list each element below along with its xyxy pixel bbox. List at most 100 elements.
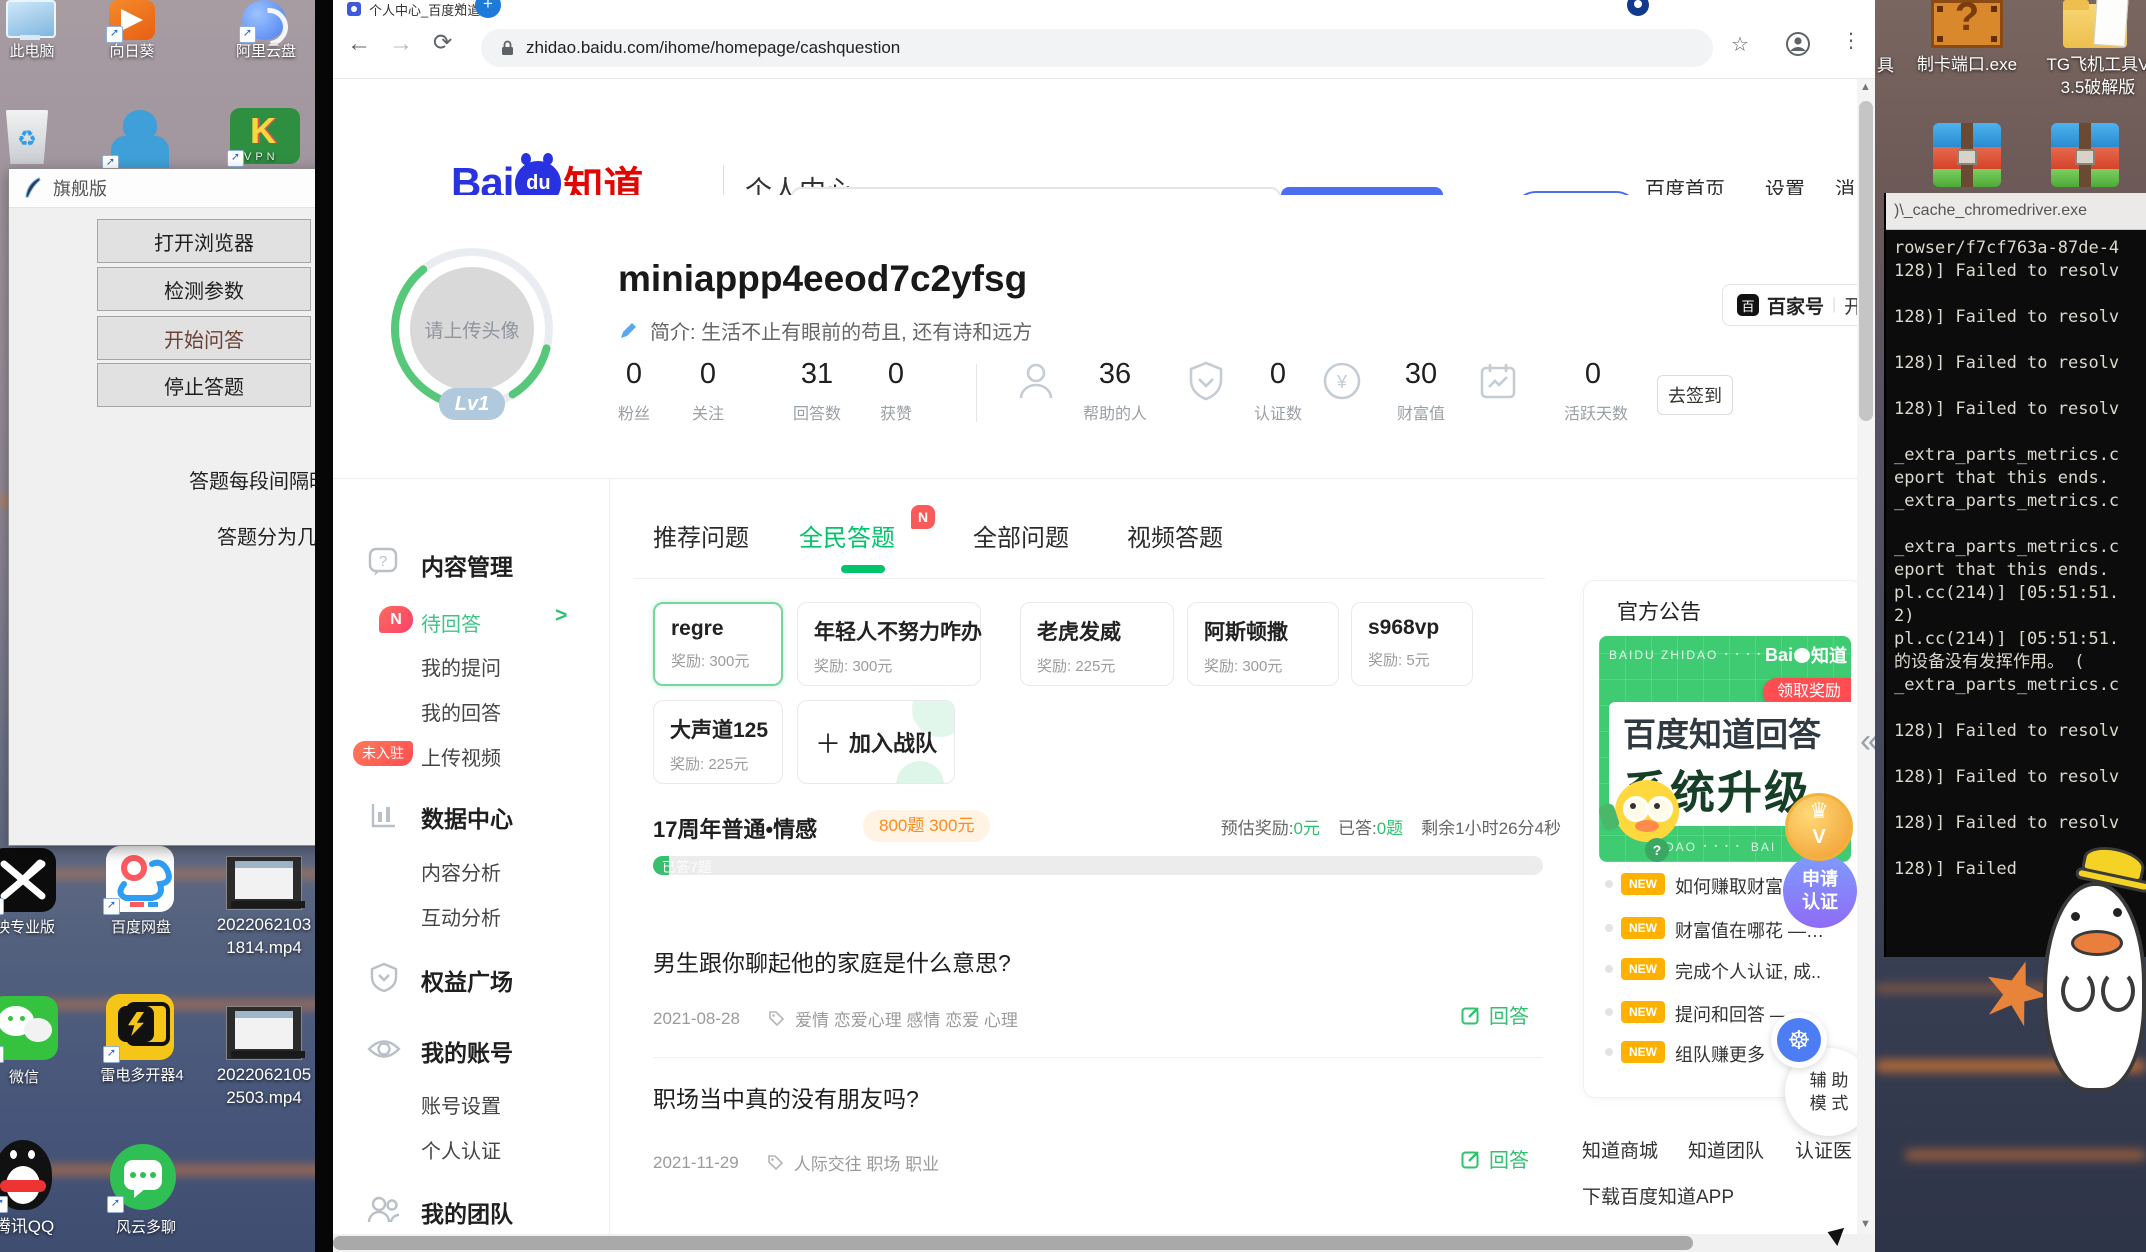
scroll-up-icon[interactable]: ▲ — [1860, 81, 1871, 93]
stop-answer-button[interactable]: 停止答题 — [97, 363, 311, 407]
profile-icon[interactable] — [1785, 31, 1811, 57]
new-badge: NEW — [1621, 873, 1665, 895]
level-badge: Lv1 — [439, 388, 505, 420]
baijiahao-button[interactable]: 百 百家号 | 开通 — [1722, 284, 1875, 326]
search-input[interactable] — [791, 187, 1281, 195]
question-item-title[interactable]: 男生跟你聊起他的家庭是什么意思? — [653, 944, 1011, 978]
list-bullet — [1605, 880, 1613, 888]
sidebar-upload-video[interactable]: 上传视频 — [421, 742, 501, 771]
question-tags[interactable]: 人际交往 职场 职业 — [794, 1150, 939, 1175]
apply-cert-badge[interactable]: 申请 认证 — [1783, 854, 1857, 928]
link-download-app[interactable]: 下载百度知道APP — [1582, 1182, 1734, 1209]
join-team-card[interactable]: ＋ 加入战队 — [797, 700, 955, 784]
link-zhidao-mall[interactable]: 知道商城 — [1582, 1136, 1658, 1163]
answer-button[interactable]: 回答 — [1461, 1144, 1529, 1173]
tab-all-answer[interactable]: 全民答题 — [799, 518, 895, 553]
announcement-item[interactable]: 如何赚取财富 — [1675, 873, 1783, 899]
edit-pencil-icon[interactable] — [618, 321, 638, 341]
banner-brand-text: BAIDU ZHIDAO ⠂⠂⠂⠂ — [1609, 648, 1767, 662]
link-messages[interactable]: 消息 — [1835, 173, 1857, 195]
sidebar-rights-plaza[interactable]: 权益广场 — [421, 963, 513, 997]
announcement-item[interactable]: 组队赚更多 — [1675, 1041, 1765, 1067]
forward-icon[interactable]: → — [389, 30, 413, 58]
my-account-icon — [367, 1034, 401, 1064]
desktop-icon-kvpn[interactable]: K VPN ➚ — [228, 108, 302, 170]
active-tab-underline — [841, 565, 885, 573]
link-baidu-home[interactable]: 百度首页 — [1645, 173, 1725, 195]
svg-text:¥: ¥ — [1336, 372, 1348, 392]
back-icon[interactable]: ← — [347, 30, 371, 58]
announcement-title: 官方公告 — [1617, 596, 1701, 626]
sidebar-personal-cert[interactable]: 个人认证 — [421, 1135, 501, 1164]
vertical-scrollbar[interactable]: ▲ ▼ — [1857, 79, 1875, 1234]
url-text[interactable]: zhidao.baidu.com/ihome/homepage/cashques… — [526, 38, 900, 58]
sidebar-data-center[interactable]: 数据中心 — [421, 800, 513, 834]
question-card-regre[interactable]: regre奖励: 300元 — [653, 602, 783, 686]
question-item-title[interactable]: 职场当中真的没有朋友吗? — [653, 1080, 919, 1114]
question-card-3[interactable]: 阿斯顿撒奖励: 300元 — [1187, 602, 1339, 686]
stat-likes-value: 0 — [861, 358, 931, 391]
sidebar-interaction-analysis[interactable]: 互动分析 — [421, 902, 501, 931]
interval-label: 答题每段间隔时 — [189, 465, 329, 494]
question-card-4[interactable]: s968vp奖励: 5元 — [1351, 602, 1473, 686]
this-pc-label: 此电脑 — [0, 42, 70, 62]
tab-close-icon[interactable]: × — [457, 0, 466, 15]
helper-wheel-icon[interactable]: ☸ — [1771, 1012, 1827, 1068]
sidebar-account-settings[interactable]: 账号设置 — [421, 1090, 501, 1119]
pending-chevron-icon[interactable]: > — [555, 604, 567, 628]
sidebar-content-mgmt[interactable]: 内容管理 — [421, 548, 513, 582]
reload-icon[interactable]: ⟳ — [433, 29, 452, 56]
answer-button[interactable]: 回答 — [1461, 1000, 1529, 1029]
ask-question-button[interactable]: 我要提问 — [1513, 191, 1639, 195]
checkin-button[interactable]: 去签到 — [1657, 375, 1733, 415]
sidebar-my-team[interactable]: 我的团队 — [421, 1195, 513, 1229]
coin-v: V — [1812, 826, 1825, 849]
open-browser-button[interactable]: 打开浏览器 — [97, 219, 311, 263]
tab-all-questions[interactable]: 全部问题 — [973, 518, 1069, 553]
avatar-upload-placeholder[interactable]: 请上传头像 — [410, 267, 534, 391]
question-tags[interactable]: 爱情 恋爱心理 感情 恋爱 心理 — [795, 1006, 1018, 1031]
question-card-1[interactable]: 年轻人不努力咋办奖励: 300元 — [797, 602, 981, 686]
profile-extension-icon[interactable] — [1627, 0, 1649, 16]
desktop-icon-person[interactable]: ➚ — [105, 110, 175, 168]
question-card-5[interactable]: 大声道125奖励: 225元 — [653, 700, 783, 784]
browser-toolbar: ← → ⟳ zhidao.baidu.com/ihome/homepage/ca… — [333, 18, 1875, 79]
sidebar-pending[interactable]: 待回答 — [421, 608, 481, 637]
link-zhidao-team[interactable]: 知道团队 — [1688, 1136, 1764, 1163]
desktop-icon-winrar-1[interactable] — [1933, 123, 2001, 187]
sidebar-content-analysis[interactable]: 内容分析 — [421, 857, 501, 886]
check-params-button[interactable]: 检测参数 — [97, 267, 311, 311]
banner-logo: Bai 知道 — [1765, 642, 1847, 668]
sidebar-my-answers[interactable]: 我的回答 — [421, 697, 501, 726]
assistant-titlebar[interactable]: 旗舰版 — [9, 169, 332, 208]
desktop-icon-recycle-bin[interactable]: ♻ — [0, 108, 60, 168]
search-answers-button[interactable]: 搜索答案 — [1281, 187, 1443, 195]
baidu-zhidao-logo[interactable]: Bai du 知道 — [451, 154, 643, 195]
baijiahao-logo-icon: 百 — [1737, 294, 1759, 316]
link-cert[interactable]: 认证医 — [1795, 1136, 1852, 1163]
card-port-label: 制卡端口.exe — [1911, 54, 2023, 77]
shortcut-arrow-icon: ➚ — [0, 1046, 4, 1063]
stat-certs-value: 0 — [1243, 358, 1313, 391]
console-output: rowser/f7cf763a-87de-4 128)] Failed to r… — [1894, 237, 2119, 881]
scrollbar-thumb[interactable] — [1859, 101, 1873, 421]
scroll-down-icon[interactable]: ▼ — [1860, 1218, 1871, 1230]
question-card-2[interactable]: 老虎发威奖励: 225元 — [1020, 602, 1174, 686]
start-qa-button[interactable]: 开始问答 — [97, 316, 311, 360]
tab-video-answer[interactable]: 视频答题 — [1127, 518, 1223, 553]
console-titlebar[interactable]: )\_cache_chromedriver.exe — [1886, 193, 2146, 230]
link-settings[interactable]: 设置 — [1765, 173, 1805, 195]
menu-dots-icon[interactable]: ⋮ — [1841, 28, 1861, 53]
console-title: )\_cache_chromedriver.exe — [1894, 202, 2087, 220]
sidebar-my-account[interactable]: 我的账号 — [421, 1034, 513, 1068]
sidebar-my-questions[interactable]: 我的提问 — [421, 652, 501, 681]
carousel-prev-icon[interactable]: « — [1860, 722, 1875, 761]
announcement-item[interactable]: 完成个人认证, 成.. — [1675, 958, 1821, 984]
scrollbar-thumb[interactable] — [333, 1236, 1693, 1250]
address-bar[interactable]: zhidao.baidu.com/ihome/homepage/cashques… — [481, 29, 1713, 67]
desktop-icon-winrar-2[interactable] — [2051, 123, 2119, 187]
bookmark-star-icon[interactable]: ☆ — [1731, 32, 1749, 57]
progress-label: 已答7题 — [662, 857, 712, 877]
horizontal-scrollbar[interactable] — [333, 1234, 1875, 1252]
tab-recommend[interactable]: 推荐问题 — [653, 518, 749, 553]
